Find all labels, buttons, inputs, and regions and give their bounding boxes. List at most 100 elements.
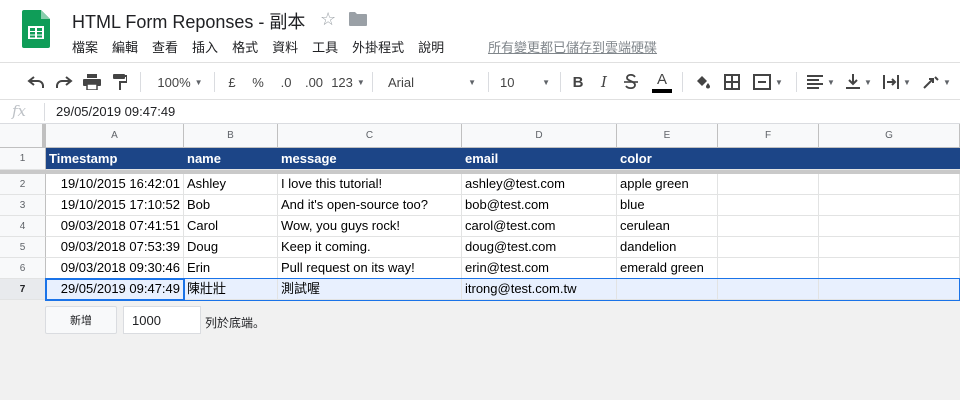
header-cell-c[interactable]: message	[278, 148, 462, 170]
row-header-3[interactable]: 3	[0, 195, 46, 216]
cell-e4[interactable]: cerulean	[617, 216, 718, 237]
cell-a6[interactable]: 09/03/2018 09:30:46	[46, 258, 184, 279]
cell-g6[interactable]	[819, 258, 960, 279]
row-header-5[interactable]: 5	[0, 237, 46, 258]
cell-b7[interactable]: 陳壯壯	[184, 279, 278, 300]
cell-g4[interactable]	[819, 216, 960, 237]
cell-f2[interactable]	[718, 174, 819, 195]
cell-a2[interactable]: 19/10/2015 16:42:01	[46, 174, 184, 195]
cell-a5[interactable]: 09/03/2018 07:53:39	[46, 237, 184, 258]
print-icon[interactable]	[80, 63, 104, 101]
sheets-logo-icon[interactable]	[22, 10, 50, 48]
cell-b2[interactable]: Ashley	[184, 174, 278, 195]
cell-b3[interactable]: Bob	[184, 195, 278, 216]
cell-c3[interactable]: And it's open-source too?	[278, 195, 462, 216]
more-formats-select[interactable]: 123 ▼	[330, 63, 366, 101]
cell-b4[interactable]: Carol	[184, 216, 278, 237]
column-header-g[interactable]: G	[819, 124, 960, 148]
star-icon[interactable]: ☆	[320, 9, 336, 30]
text-rotation-icon[interactable]: ▼	[918, 63, 956, 101]
text-wrapping-icon[interactable]: ▼	[880, 63, 914, 101]
cell-g5[interactable]	[819, 237, 960, 258]
font-select[interactable]: Arial ▼	[384, 63, 480, 101]
column-header-f[interactable]: F	[718, 124, 819, 148]
bold-button[interactable]: B	[568, 63, 588, 101]
fill-color-icon[interactable]	[690, 63, 714, 101]
vertical-align-icon[interactable]: ▼	[842, 63, 876, 101]
cell-g3[interactable]	[819, 195, 960, 216]
column-header-e[interactable]: E	[617, 124, 718, 148]
menu-insert[interactable]: 插入	[192, 37, 218, 57]
cell-b6[interactable]: Erin	[184, 258, 278, 279]
column-header-c[interactable]: C	[278, 124, 462, 148]
undo-icon[interactable]	[24, 63, 48, 101]
cell-d4[interactable]: carol@test.com	[462, 216, 617, 237]
cell-a7[interactable]: 29/05/2019 09:47:49	[46, 279, 184, 300]
cell-e7[interactable]	[617, 279, 718, 300]
header-cell-e[interactable]: color	[617, 148, 718, 170]
cell-c5[interactable]: Keep it coming.	[278, 237, 462, 258]
header-cell-a[interactable]: Timestamp	[46, 148, 184, 170]
cell-f3[interactable]	[718, 195, 819, 216]
column-header-b[interactable]: B	[184, 124, 278, 148]
cell-c6[interactable]: Pull request on its way!	[278, 258, 462, 279]
font-size-select[interactable]: 10 ▼	[496, 63, 554, 101]
add-rows-count-input[interactable]: 1000	[123, 306, 201, 334]
decrease-decimal-button[interactable]: .0	[274, 63, 298, 101]
cell-e5[interactable]: dandelion	[617, 237, 718, 258]
menu-data[interactable]: 資料	[272, 37, 298, 57]
menu-view[interactable]: 查看	[152, 37, 178, 57]
header-cell-f[interactable]	[718, 148, 819, 170]
cell-e3[interactable]: blue	[617, 195, 718, 216]
sheet-grid[interactable]: A B C D E F G 1 2 3 4 5 6 7 Timestamp name message email c…	[0, 124, 960, 400]
cell-a3[interactable]: 19/10/2015 17:10:52	[46, 195, 184, 216]
row-header-1[interactable]: 1	[0, 148, 46, 170]
percent-format-button[interactable]: %	[248, 63, 268, 101]
cell-d6[interactable]: erin@test.com	[462, 258, 617, 279]
row-header-7[interactable]: 7	[0, 279, 46, 300]
header-cell-g[interactable]	[819, 148, 960, 170]
formula-input[interactable]: 29/05/2019 09:47:49	[56, 104, 175, 119]
merge-cells-icon[interactable]: ▼	[748, 63, 788, 101]
cell-f7[interactable]	[718, 279, 819, 300]
folder-icon[interactable]	[349, 12, 367, 26]
cell-e6[interactable]: emerald green	[617, 258, 718, 279]
cell-d7[interactable]: itrong@test.com.tw	[462, 279, 617, 300]
text-color-button[interactable]: A	[648, 63, 676, 101]
add-rows-button[interactable]: 新增	[45, 306, 117, 334]
row-header-4[interactable]: 4	[0, 216, 46, 237]
cell-c2[interactable]: I love this tutorial!	[278, 174, 462, 195]
cell-e2[interactable]: apple green	[617, 174, 718, 195]
cell-d3[interactable]: bob@test.com	[462, 195, 617, 216]
row-header-2[interactable]: 2	[0, 174, 46, 195]
italic-button[interactable]: I	[594, 63, 614, 101]
select-all-corner[interactable]	[0, 124, 46, 148]
borders-icon[interactable]	[720, 63, 744, 101]
header-cell-b[interactable]: name	[184, 148, 278, 170]
save-status-link[interactable]: 所有變更都已儲存到雲端硬碟	[488, 37, 657, 56]
currency-format-button[interactable]: £	[222, 63, 242, 101]
horizontal-align-icon[interactable]: ▼	[804, 63, 838, 101]
menu-file[interactable]: 檔案	[72, 37, 98, 57]
zoom-select[interactable]: 100% ▼	[150, 63, 210, 101]
header-cell-d[interactable]: email	[462, 148, 617, 170]
column-header-d[interactable]: D	[462, 124, 617, 148]
cell-f4[interactable]	[718, 216, 819, 237]
menu-addons[interactable]: 外掛程式	[352, 37, 404, 57]
cell-g2[interactable]	[819, 174, 960, 195]
document-title[interactable]: HTML Form Reponses - 副本	[72, 8, 305, 34]
cell-d2[interactable]: ashley@test.com	[462, 174, 617, 195]
cell-c7[interactable]: 測試喔	[278, 279, 462, 300]
increase-decimal-button[interactable]: .00	[300, 63, 328, 101]
menu-help[interactable]: 說明	[418, 37, 444, 57]
redo-icon[interactable]	[52, 63, 76, 101]
strikethrough-icon[interactable]	[620, 63, 642, 101]
cell-f6[interactable]	[718, 258, 819, 279]
menu-format[interactable]: 格式	[232, 37, 258, 57]
cell-g7[interactable]	[819, 279, 960, 300]
menu-tools[interactable]: 工具	[312, 37, 338, 57]
cell-b5[interactable]: Doug	[184, 237, 278, 258]
cell-c4[interactable]: Wow, you guys rock!	[278, 216, 462, 237]
menu-edit[interactable]: 編輯	[112, 37, 138, 57]
row-header-6[interactable]: 6	[0, 258, 46, 279]
